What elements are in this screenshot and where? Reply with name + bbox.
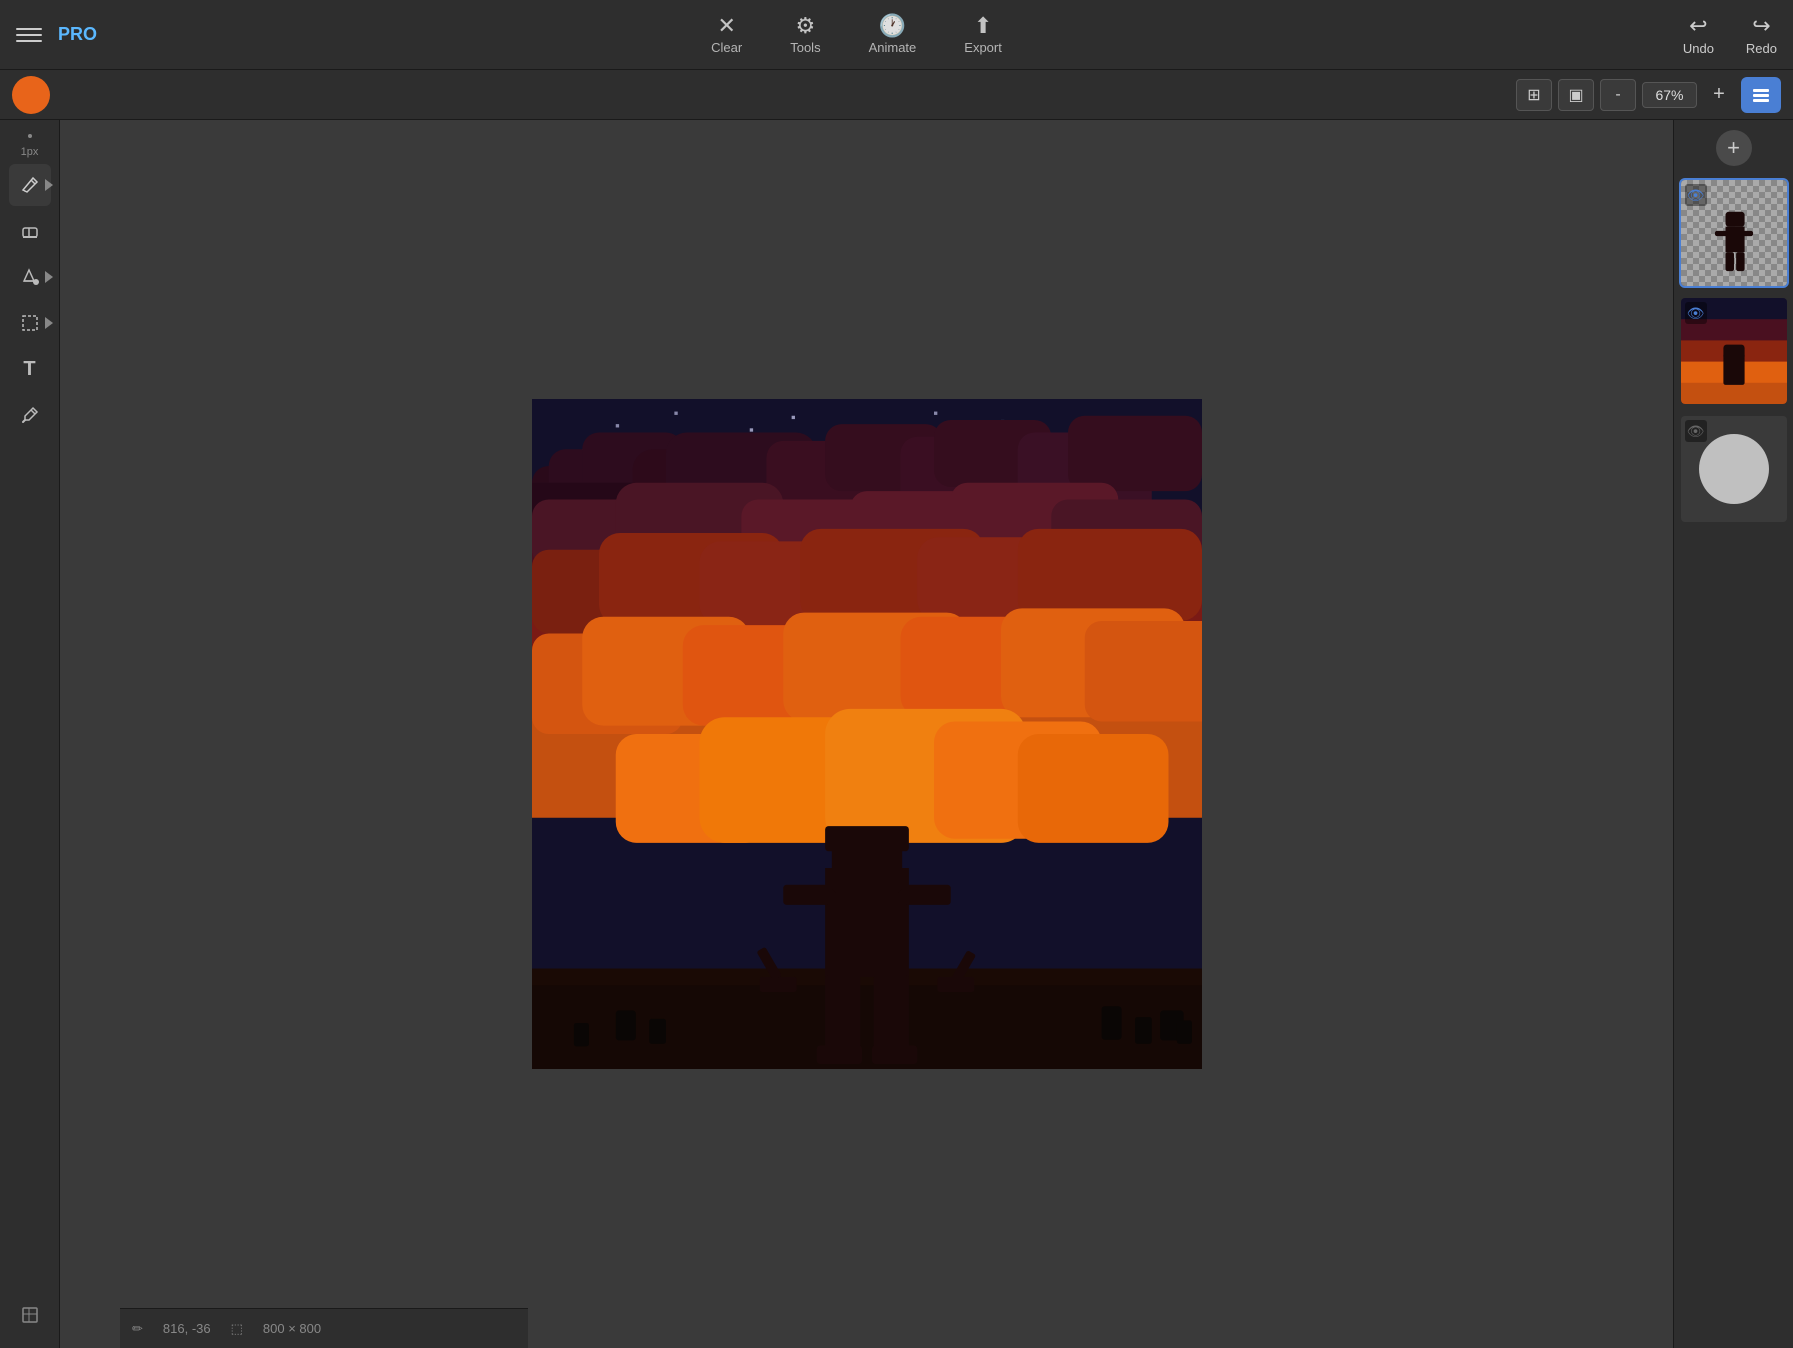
main-area: 1px (0, 120, 1793, 1348)
select-icon (19, 312, 41, 334)
app-title: PRO (58, 24, 97, 45)
canvas-container (532, 399, 1202, 1069)
dimensions-display: 800 × 800 (263, 1321, 321, 1336)
fill-arrow (45, 271, 53, 283)
canvas-area[interactable]: ✏ 816, -36 ⬚ 800 × 800 (60, 120, 1673, 1348)
second-bar: ⊞ ▣ - 67% + (0, 70, 1793, 120)
color-swatch[interactable] (12, 76, 50, 114)
animate-label: Animate (869, 40, 917, 55)
crop-icon (19, 1304, 41, 1326)
grid-view-button[interactable]: ⊞ (1516, 79, 1552, 111)
layer-1-eye[interactable]: 👁 (1685, 184, 1707, 206)
undo-button[interactable]: ↩ Undo (1683, 13, 1714, 56)
brush-icon: ✏ (132, 1321, 143, 1337)
layer-item-3[interactable]: 👁 (1679, 414, 1789, 524)
zoom-minus-button[interactable]: - (1600, 79, 1636, 111)
eyedropper-tool[interactable] (9, 394, 51, 436)
animate-icon: 🕐 (879, 15, 906, 37)
size-dot (28, 134, 32, 138)
undo-label: Undo (1683, 41, 1714, 56)
layer-3-eye[interactable]: 👁 (1685, 420, 1707, 442)
left-sidebar: 1px (0, 120, 60, 1348)
single-view-button[interactable]: ▣ (1558, 79, 1594, 111)
layers-button[interactable] (1741, 77, 1781, 113)
artwork-svg (532, 399, 1202, 1069)
redo-button[interactable]: ↪ Redo (1746, 13, 1777, 56)
export-icon: ⬆ (974, 15, 992, 37)
menu-button[interactable] (16, 21, 48, 49)
select-arrow (45, 317, 53, 329)
export-tool[interactable]: ⬆ Export (964, 15, 1002, 55)
pen-tool[interactable] (9, 164, 51, 206)
eyedropper-icon (19, 404, 41, 426)
eraser-icon (19, 220, 41, 242)
coordinates-display: 816, -36 (163, 1321, 211, 1336)
select-tool[interactable] (9, 302, 51, 344)
undo-icon: ↩ (1689, 13, 1707, 39)
zoom-display[interactable]: 67% (1642, 82, 1697, 108)
right-tools: ↩ Undo ↪ Redo (1577, 13, 1777, 56)
layers-icon (1750, 84, 1772, 106)
size-label: 1px (21, 146, 39, 158)
add-layer-button[interactable]: + (1716, 130, 1752, 166)
tools-tool[interactable]: ⚙ Tools (790, 15, 820, 55)
menu-section: PRO (16, 21, 136, 49)
eraser-tool[interactable] (9, 210, 51, 252)
clear-label: Clear (711, 40, 742, 55)
pixel-canvas[interactable] (532, 399, 1202, 1069)
dimensions-icon: ⬚ (231, 1321, 243, 1337)
status-bar: ✏ 816, -36 ⬚ 800 × 800 (120, 1308, 528, 1348)
redo-icon: ↪ (1752, 13, 1770, 39)
pen-arrow (45, 179, 53, 191)
tools-icon: ⚙ (796, 15, 816, 37)
view-controls: ⊞ ▣ - 67% + (1516, 77, 1781, 113)
clear-tool[interactable]: ✕ Clear (711, 15, 742, 55)
crop-tool[interactable] (9, 1294, 51, 1336)
export-label: Export (964, 40, 1002, 55)
pen-icon (19, 174, 41, 196)
fill-tool[interactable] (9, 256, 51, 298)
animate-tool[interactable]: 🕐 Animate (869, 15, 917, 55)
right-panel: + 👁 (1673, 120, 1793, 1348)
layer-2-eye[interactable]: 👁 (1685, 302, 1707, 324)
text-icon: T (23, 358, 35, 381)
layer-item-1[interactable]: 👁 (1679, 178, 1789, 288)
text-tool[interactable]: T (9, 348, 51, 390)
fill-icon (19, 266, 41, 288)
clear-icon: ✕ (717, 15, 735, 37)
tools-label: Tools (790, 40, 820, 55)
redo-label: Redo (1746, 41, 1777, 56)
center-tools: ✕ Clear ⚙ Tools 🕐 Animate ⬆ Export (136, 15, 1577, 55)
zoom-plus-button[interactable]: + (1703, 79, 1735, 111)
layer-item-2[interactable]: 👁 (1679, 296, 1789, 406)
top-bar: PRO ✕ Clear ⚙ Tools 🕐 Animate ⬆ Export ↩… (0, 0, 1793, 70)
